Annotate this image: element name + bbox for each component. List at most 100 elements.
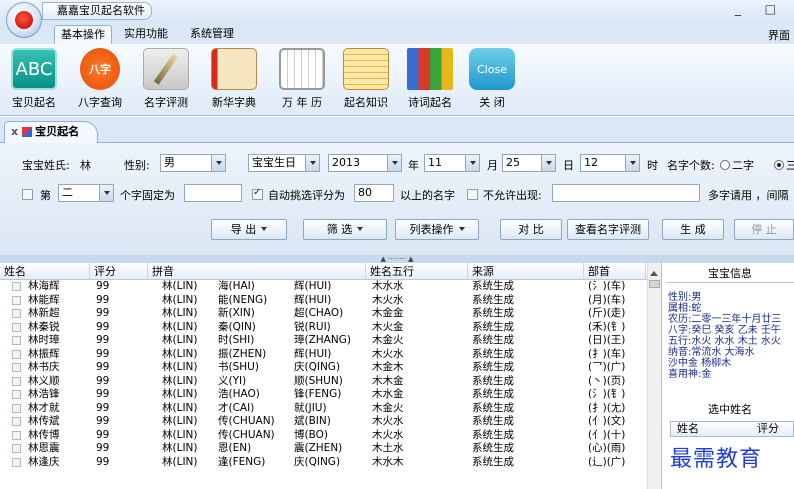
table-row[interactable]: 林秦锐 99 林(LIN) 秦(QIN) 锐(RUI) 木火金 系统生成 (禾)(钅) [0,321,648,334]
position-checkbox[interactable] [22,189,33,200]
chevron-down-icon [357,227,364,234]
bazi-query-button[interactable]: 八字 八字查询 [70,48,130,112]
export-button[interactable]: 导 出 [211,219,287,240]
row-checkbox[interactable] [12,376,21,386]
table-row[interactable]: 林海辉 99 林(LIN) 海(HAI) 辉(HUI) 木水水 系统生成 (氵)(车) [0,280,648,293]
cell-pinyin-1: 林(LIN) [162,401,198,414]
view-evaluation-button[interactable]: 查看名字评测 [567,219,649,240]
table-scrollbar[interactable] [647,263,661,489]
tab-basic-ops[interactable]: 基本操作 [54,25,112,44]
three-char-option[interactable]: 三 [772,157,794,173]
table-row[interactable]: 林能辉 99 林(LIN) 能(NENG) 辉(HUI) 木火水 系统生成 (月)(车) [0,294,648,307]
gender-select[interactable]: 男 [160,154,226,172]
auto-pick-score-input[interactable]: 80 [354,184,394,202]
cell-wuxing: 木火金 [372,320,404,333]
table-row[interactable]: 林义顺 99 林(LIN) 义(YI) 顺(SHUN) 木木金 系统生成 (丶)(页) [0,375,648,388]
tab-baby-naming[interactable]: x 宝贝起名 [4,121,99,143]
table-row[interactable]: 林书庆 99 林(LIN) 书(SHU) 庆(QING) 木金木 系统生成 (乛)(广) [0,361,648,374]
table-row[interactable]: 林浩锋 99 林(LIN) 浩(HAO) 锋(FENG) 木水金 系统生成 (氵)(钅) [0,388,648,401]
row-checkbox[interactable] [12,282,21,291]
cell-wuxing: 木木金 [372,374,404,387]
table-row[interactable]: 林传博 99 林(LIN) 传(CHUAN) 博(BO) 木火水 系统生成 (亻)(十) [0,429,648,442]
row-checkbox[interactable] [12,417,21,426]
row-checkbox[interactable] [12,363,21,372]
col-radical[interactable]: 部首 [584,263,646,280]
table-row[interactable]: 林逢庆 99 林(LIN) 逢(FENG) 庆(QING) 木水木 系统生成 (辶)(广) [0,456,648,469]
row-checkbox[interactable] [12,444,21,453]
col-wuxing[interactable]: 姓名五行 [366,263,468,280]
close-button[interactable]: Close 关 闭 [462,48,522,112]
selected-col-name[interactable]: 姓名 [677,422,699,436]
row-checkbox[interactable] [12,457,21,467]
table-row[interactable]: 林传斌 99 林(LIN) 传(CHUAN) 斌(BIN) 木火水 系统生成 (亻)(文) [0,415,648,428]
month-select[interactable]: 11 [424,154,480,172]
stop-button[interactable]: 停 止 [734,219,794,240]
disallow-checkbox[interactable] [467,189,478,200]
row-checkbox[interactable] [12,349,21,359]
position-select[interactable]: 二 [58,184,114,202]
dictionary-button[interactable]: 新华字典 [204,48,264,112]
generate-button[interactable]: 生 成 [662,219,724,240]
col-pinyin[interactable]: 拼音 [148,263,366,280]
year-select[interactable]: 2013 [328,154,402,172]
binders-icon [407,48,453,90]
cell-pinyin-1: 林(LIN) [162,455,198,468]
splitter[interactable]: ▲ ········ ▲ [0,255,794,263]
auto-pick-checkbox[interactable] [252,187,263,200]
table-row[interactable]: 林新超 99 林(LIN) 新(XIN) 超(CHAO) 木金金 系统生成 (斤)(走) [0,307,648,320]
row-checkbox[interactable] [12,295,21,305]
table-row[interactable]: 林恩震 99 林(LIN) 恩(EN) 震(ZHEN) 木土水 系统生成 (心)(雨) [0,442,648,455]
col-score[interactable]: 评分 [90,263,148,280]
app-logo-icon[interactable] [6,2,42,38]
cell-radical: (辶)(广) [588,455,626,468]
birthday-type-select[interactable]: 宝宝生日 [248,154,320,172]
naming-knowledge-button[interactable]: 起名知识 [336,48,396,112]
tab-utilities[interactable]: 实用功能 [118,25,174,44]
title-bar: 嘉嘉宝贝起名软件 _ □ [0,0,794,22]
cell-name: 林义顺 [28,374,60,387]
poetry-naming-button[interactable]: 诗词起名 [400,48,460,112]
fixed-char-input[interactable] [184,184,242,202]
cell-wuxing: 木水水 [372,280,404,292]
row-checkbox[interactable] [12,309,21,318]
table-row[interactable]: 林振辉 99 林(LIN) 振(ZHEN) 辉(HUI) 木火水 系统生成 (扌)(车) [0,348,648,361]
interface-menu[interactable]: 界面 [768,27,790,43]
name-evaluation-button[interactable]: 名字评测 [136,48,196,112]
calendar-button[interactable]: 万 年 历 [272,48,332,112]
position-label: 第 [40,189,51,202]
cell-source: 系统生成 [472,455,514,468]
fixed-char-label: 个字固定为 [120,189,175,202]
window-controls[interactable]: _ □ [735,2,786,16]
disallow-input[interactable] [552,184,700,202]
cell-wuxing: 木土水 [372,442,404,454]
row-checkbox[interactable] [12,430,21,440]
cell-pinyin-3: 斌(BIN) [294,415,331,427]
day-label: 日 [563,159,574,172]
row-checkbox[interactable] [12,336,21,345]
row-checkbox[interactable] [12,403,21,413]
day-select[interactable]: 25 [502,154,556,172]
cell-source: 系统生成 [472,334,514,346]
table-row[interactable]: 林才就 99 林(LIN) 才(CAI) 就(JIU) 木金火 系统生成 (扌)(尢) [0,402,648,415]
selected-col-score[interactable]: 评分 [757,422,779,436]
filter-button[interactable]: 筛 选 [303,219,387,240]
cell-name: 林书庆 [28,361,60,373]
cell-pinyin-1: 林(LIN) [162,428,198,441]
table-row[interactable]: 林时璋 99 林(LIN) 时(SHI) 璋(ZHANG) 木金火 系统生成 (日)(王) [0,334,648,347]
close-icon: Close [469,48,515,90]
hour-select[interactable]: 12 [580,154,640,172]
list-ops-button[interactable]: 列表操作 [395,219,479,240]
watermark-text: 最需教育 [670,447,763,472]
col-source[interactable]: 来源 [468,263,584,280]
close-tab-icon[interactable]: x [11,125,18,138]
row-checkbox[interactable] [12,322,21,332]
selected-names-title: 选中姓名 [666,400,794,420]
baby-naming-button[interactable]: ABC 宝贝起名 [4,48,64,112]
cell-pinyin-3: 辉(HUI) [294,347,332,360]
row-checkbox[interactable] [12,390,21,399]
compare-button[interactable]: 对 比 [500,219,562,240]
tab-system-mgmt[interactable]: 系统管理 [184,25,240,44]
two-char-option[interactable]: 二字 [718,157,754,173]
col-name[interactable]: 姓名 [0,263,90,280]
cell-score: 99 [96,388,110,400]
